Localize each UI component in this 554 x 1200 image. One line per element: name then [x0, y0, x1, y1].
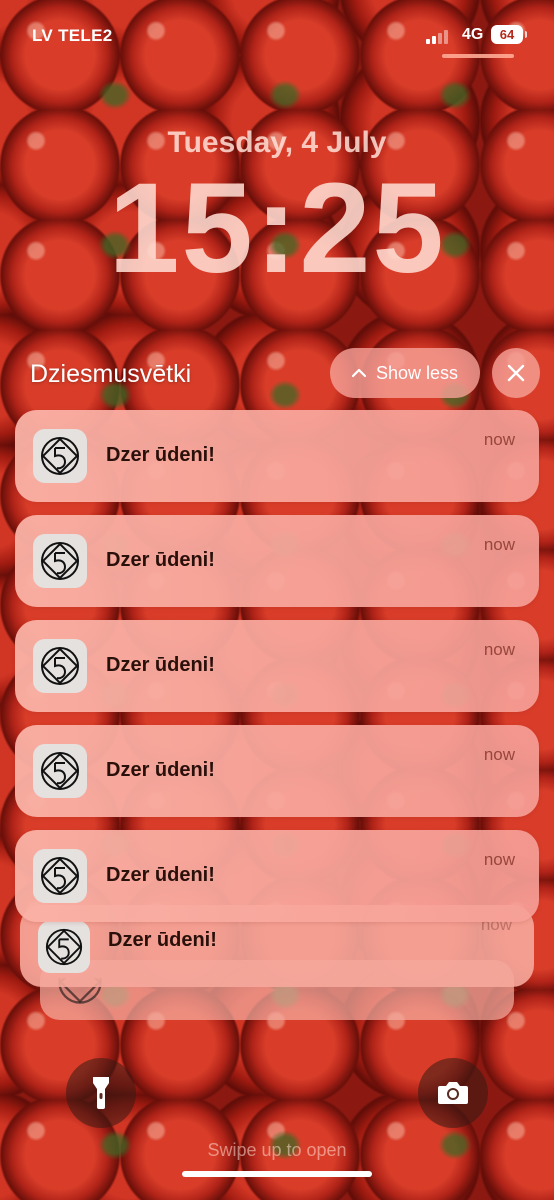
clear-group-button[interactable]	[492, 348, 540, 398]
dziesmusvetki-logo-icon	[33, 429, 87, 483]
notification-time: now	[483, 850, 515, 869]
battery-icon: 64	[491, 25, 527, 44]
notification-message: Dzer ūdeni!	[108, 929, 217, 951]
show-less-label: Show less	[375, 362, 459, 383]
camera-button[interactable]	[418, 1058, 488, 1128]
status-bar: LV TELE2 4G 64	[0, 0, 554, 70]
dziesmusvetki-logo-icon	[33, 639, 87, 693]
carrier-name: LV TELE2	[32, 26, 113, 45]
notification-group-title: Dziesmusvētki	[30, 360, 192, 388]
notification-time: now	[483, 535, 515, 554]
dziesmusvetki-logo-icon	[38, 921, 90, 973]
close-icon	[507, 364, 525, 382]
lock-date: Tuesday, 4 July	[167, 126, 387, 159]
dziesmusvetki-logo-icon	[33, 849, 87, 903]
notification-time: now	[483, 640, 515, 659]
notification-card[interactable]: Dzer ūdeni! now	[15, 620, 539, 712]
show-less-button[interactable]: Show less	[330, 348, 480, 398]
notification-message: Dzer ūdeni!	[106, 759, 215, 781]
dziesmusvetki-logo-icon	[33, 744, 87, 798]
network-type: 4G	[462, 26, 484, 43]
status-indicator-bar	[442, 54, 514, 58]
dziesmusvetki-logo-icon	[33, 534, 87, 588]
signal-strength-icon	[426, 28, 452, 44]
camera-icon	[438, 1082, 468, 1104]
notification-time: now	[483, 745, 515, 764]
flashlight-icon	[93, 1077, 109, 1109]
notification-card[interactable]: Dzer ūdeni! now	[15, 830, 539, 922]
notification-message: Dzer ūdeni!	[106, 549, 215, 571]
home-indicator[interactable]	[182, 1171, 372, 1177]
flashlight-button[interactable]	[66, 1058, 136, 1128]
notification-card[interactable]: Dzer ūdeni! now	[15, 725, 539, 817]
notification-card[interactable]: Dzer ūdeni! now	[15, 410, 539, 502]
notification-message: Dzer ūdeni!	[106, 444, 215, 466]
swipe-hint: Swipe up to open	[207, 1140, 347, 1160]
lock-time: 15:25	[108, 157, 446, 300]
notification-card[interactable]: Dzer ūdeni! now	[15, 515, 539, 607]
notification-message: Dzer ūdeni!	[106, 864, 215, 886]
chevron-up-icon	[351, 368, 366, 378]
notification-time: now	[483, 430, 515, 449]
notification-message: Dzer ūdeni!	[106, 654, 215, 676]
